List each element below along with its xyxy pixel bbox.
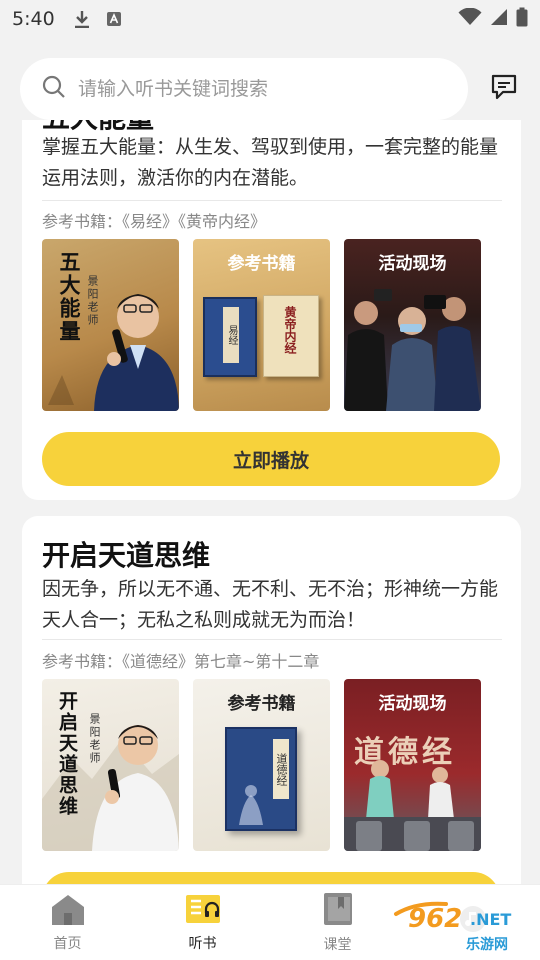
- stage-photo: [344, 760, 481, 851]
- status-bar: 5:40: [0, 0, 540, 38]
- divider: [42, 200, 502, 201]
- tab-label: 听书: [188, 935, 217, 952]
- search-icon: [42, 75, 66, 103]
- audience-photo: [344, 289, 481, 411]
- status-time: 5:40: [12, 8, 55, 30]
- battery-icon: [516, 7, 528, 31]
- divider: [42, 639, 502, 640]
- book-huangdi: 黄帝内经: [263, 295, 319, 377]
- course-card[interactable]: 五大能量 掌握五大能量：从生发、驾驭到使用，一套完整的能量运用法则，激活你的内在…: [22, 72, 521, 500]
- thumb-heading: 参考书籍: [227, 254, 296, 274]
- tab-classroom[interactable]: 课堂: [270, 885, 405, 960]
- cover-title: 开启天道思维: [56, 691, 78, 817]
- tab-audiobook[interactable]: 听书: [135, 885, 270, 960]
- reference-books: 参考书籍：《易经》《黄帝内经》: [42, 212, 267, 231]
- course-cover-image[interactable]: 五大能量 景阳老师: [42, 239, 179, 411]
- card-description: 因无争，所以无不通、无不利、无不治；形神统一方能天人合一；无私之私则成就无为而治…: [42, 578, 499, 631]
- presenter-image: [92, 725, 179, 851]
- thumb-heading: 参考书籍: [227, 694, 296, 714]
- card-title: 开启天道思维: [42, 539, 211, 572]
- event-scene-image[interactable]: 活动现场: [344, 239, 481, 411]
- card-description: 掌握五大能量：从生发、驾驭到使用，一套完整的能量运用法则，激活你的内在潜能。: [42, 136, 499, 189]
- presenter-image: [94, 294, 179, 411]
- search-input[interactable]: [78, 78, 438, 100]
- tab-home[interactable]: 首页: [0, 885, 135, 960]
- search-box[interactable]: [20, 58, 469, 120]
- reference-books-image[interactable]: 参考书籍 易经 黄帝内经: [193, 239, 330, 411]
- signal-icon: [490, 8, 508, 30]
- play-now-button[interactable]: 立即播放: [42, 432, 500, 486]
- book-daodejing: 道德经: [225, 727, 297, 831]
- app-notification-icon: [105, 10, 123, 28]
- tab-label: 课堂: [323, 936, 352, 953]
- ink-figure-icon: [48, 375, 74, 405]
- course-card[interactable]: 开启天道思维 因无争，所以无不通、无不利、无不治；形神统一方能天人合一；无私之私…: [22, 516, 521, 946]
- book-yijing: 易经: [203, 297, 257, 377]
- reference-books-image[interactable]: 参考书籍 道德经: [193, 679, 330, 851]
- tab-label: 首页: [53, 935, 82, 952]
- thumb-heading: 活动现场: [378, 694, 447, 714]
- download-icon: [73, 10, 91, 28]
- event-scene-image[interactable]: 活动现场 道德经: [344, 679, 481, 851]
- classroom-book-icon: [322, 892, 354, 930]
- search-bar-row: [0, 58, 540, 120]
- home-icon: [50, 893, 86, 929]
- course-cover-image[interactable]: 开启天道思维 景阳老师: [42, 679, 179, 851]
- message-icon: [490, 73, 518, 105]
- audiobook-icon: [185, 893, 221, 929]
- wifi-icon: [458, 7, 482, 30]
- message-button[interactable]: [488, 73, 520, 105]
- reference-books: 参考书籍：《道德经》第七章~第十二章: [42, 652, 320, 671]
- watermark-logo: 962 .NET 乐游网: [386, 900, 536, 956]
- thumb-heading: 活动现场: [378, 254, 447, 274]
